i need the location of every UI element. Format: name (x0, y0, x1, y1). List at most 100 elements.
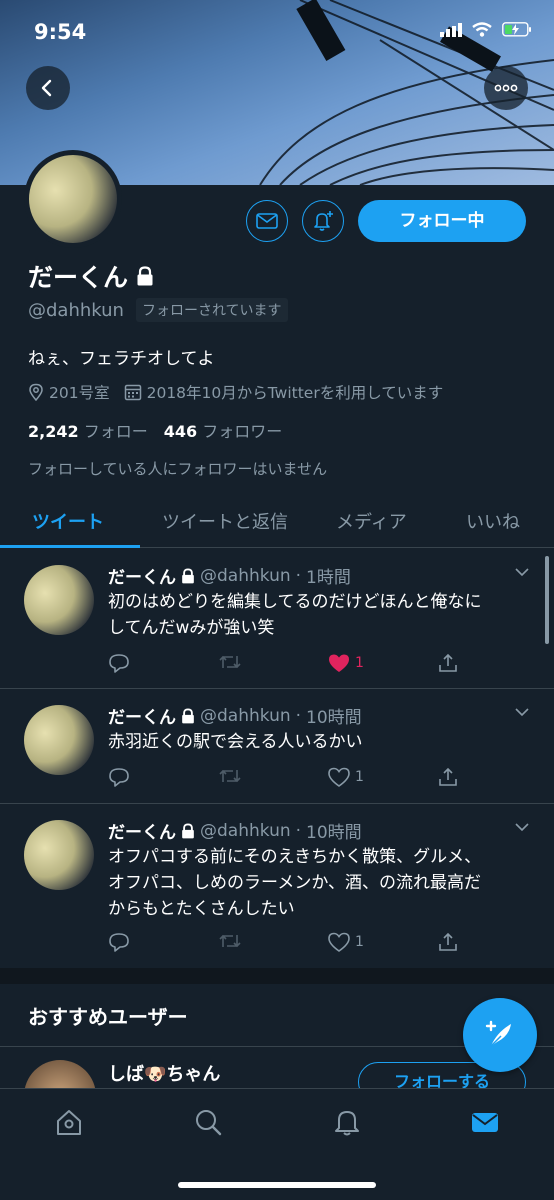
status-bar: 9:54 (0, 0, 554, 64)
status-time: 9:54 (34, 20, 87, 44)
more-options-button[interactable] (484, 66, 528, 110)
tweet-text: 赤羽近くの駅で会える人いるかい (108, 729, 528, 755)
following-button[interactable]: フォロー中 (358, 200, 526, 242)
followers-label: フォロワー (202, 422, 283, 441)
tweet-author-handle: @dahhkun (200, 705, 291, 726)
reply-icon (109, 654, 129, 673)
lock-icon (182, 707, 194, 723)
tab-media[interactable]: メディア (336, 508, 407, 534)
calendar-icon (124, 384, 141, 401)
tweet-avatar[interactable] (24, 820, 94, 890)
lock-icon (182, 567, 194, 583)
profile-tabs: ツイート ツイートと返信 メディア いいね (0, 500, 554, 548)
tweet-text: 初のはめどりを編集してるのだけどほんと俺なに してんだwみが強い笑 (108, 589, 528, 641)
tweet-avatar[interactable] (24, 565, 94, 635)
tweet-header: だーくん @dahhkun · 10時間 (108, 703, 362, 729)
retweet-button[interactable] (218, 653, 242, 671)
location-pin-icon (29, 383, 43, 401)
tweet-avatar[interactable] (24, 705, 94, 775)
notifications-icon[interactable] (332, 1107, 362, 1137)
retweet-icon (219, 655, 241, 669)
tweet-header: だーくん @dahhkun · 1時間 (108, 563, 351, 589)
tweet-author-handle: @dahhkun (200, 820, 291, 841)
reply-button[interactable] (108, 767, 130, 787)
share-button[interactable] (438, 653, 458, 673)
reply-icon (109, 768, 129, 787)
retweet-button[interactable] (218, 932, 242, 950)
lock-icon (182, 822, 194, 838)
message-button[interactable] (246, 200, 288, 242)
tweet-text-line: 赤羽近くの駅で会える人いるかい (108, 732, 363, 752)
tab-tweets[interactable]: ツイート (32, 508, 104, 534)
tweet-text-line: からもとたくさんしたい (108, 899, 295, 919)
reply-icon (109, 933, 129, 952)
share-icon (439, 767, 457, 786)
tweet[interactable]: だーくん @dahhkun · 1時間 初のはめどりを編集してるのだけどほんと俺… (0, 549, 554, 689)
tweet-dot: · (295, 565, 302, 586)
following-link[interactable]: 2,242 フォロー (28, 418, 148, 442)
tab-tweets-and-replies[interactable]: ツイートと返信 (162, 508, 288, 534)
reply-button[interactable] (108, 932, 130, 952)
like-button[interactable]: 1 (328, 767, 364, 787)
following-count: 2,242 (28, 422, 79, 441)
tweet-text-line: オフパコする前にそのえきちかく散策、グルメ、 (108, 847, 482, 867)
share-icon (439, 932, 457, 951)
retweet-icon (219, 934, 241, 948)
retweet-button[interactable] (218, 767, 242, 785)
more-horizontal-icon (494, 84, 518, 92)
reply-button[interactable] (108, 653, 130, 673)
like-button[interactable]: 1 (328, 932, 364, 952)
battery-icon (502, 22, 531, 37)
tweet[interactable]: だーくん @dahhkun · 10時間 赤羽近くの駅で会える人いるかい 1 (0, 689, 554, 804)
status-icons (440, 22, 532, 37)
home-indicator[interactable] (178, 1182, 376, 1188)
tweet-header: だーくん @dahhkun · 10時間 (108, 818, 362, 844)
share-button[interactable] (438, 932, 458, 952)
search-icon[interactable] (193, 1107, 223, 1137)
cellular-signal-icon (440, 22, 462, 37)
like-button[interactable]: 1 (328, 653, 364, 673)
profile-handle: @dahhkun (28, 299, 124, 321)
home-icon[interactable] (54, 1107, 84, 1137)
chevron-down-icon[interactable] (514, 822, 530, 832)
compose-tweet-button[interactable] (463, 998, 537, 1072)
tweet-author-handle: @dahhkun (200, 565, 291, 586)
tweet-time: 1時間 (306, 568, 351, 588)
tweet-text-line: 初のはめどりを編集してるのだけどほんと俺なに (108, 592, 482, 612)
profile-name-row: だーくん (28, 258, 154, 294)
profile-name: だーくん (28, 263, 129, 292)
following-label: フォロー (83, 422, 148, 441)
profile-avatar[interactable] (24, 150, 122, 248)
chevron-down-icon[interactable] (514, 707, 530, 717)
notifications-toggle-button[interactable] (302, 200, 344, 242)
tweet-actions: 1 (108, 653, 478, 677)
profile-bio: ねぇ、フェラチオしてよ (28, 349, 215, 369)
recommended-user-name[interactable]: しば🐶ちゃん (108, 1060, 220, 1086)
tweet-author-name: だーくん (108, 823, 176, 843)
retweet-icon (219, 769, 241, 783)
chevron-down-icon[interactable] (514, 567, 530, 577)
followers-link[interactable]: 446 フォロワー (164, 418, 283, 442)
tweet-author-name: だーくん (108, 568, 176, 588)
tweet-actions: 1 (108, 767, 478, 791)
tweet-time: 10時間 (306, 823, 362, 843)
tweet-text-line: してんだwみが強い笑 (108, 618, 275, 638)
profile-meta: 201号室 2018年10月からTwitterを利用しています (28, 381, 443, 403)
like-count: 1 (355, 934, 364, 950)
tweet-time: 10時間 (306, 708, 362, 728)
wifi-icon (472, 22, 492, 37)
heart-icon (328, 932, 350, 952)
tweet-actions: 1 (108, 932, 478, 956)
follow-counts: 2,242 フォロー 446 フォロワー (28, 418, 282, 442)
tweet[interactable]: だーくん @dahhkun · 10時間 オフパコする前にそのえきちかく散策、グ… (0, 804, 554, 968)
like-count: 1 (355, 769, 364, 785)
tab-likes[interactable]: いいね (466, 508, 520, 534)
tweet-author-name: だーくん (108, 708, 176, 728)
share-button[interactable] (438, 767, 458, 787)
share-icon (439, 653, 457, 672)
back-button[interactable] (26, 66, 70, 110)
location-item: 201号室 (28, 381, 110, 403)
chevron-left-icon (41, 79, 52, 97)
messages-icon[interactable] (470, 1107, 500, 1137)
tweet-text-line: オフパコ、しめのラーメンか、酒、の流れ最高だ (108, 873, 481, 893)
